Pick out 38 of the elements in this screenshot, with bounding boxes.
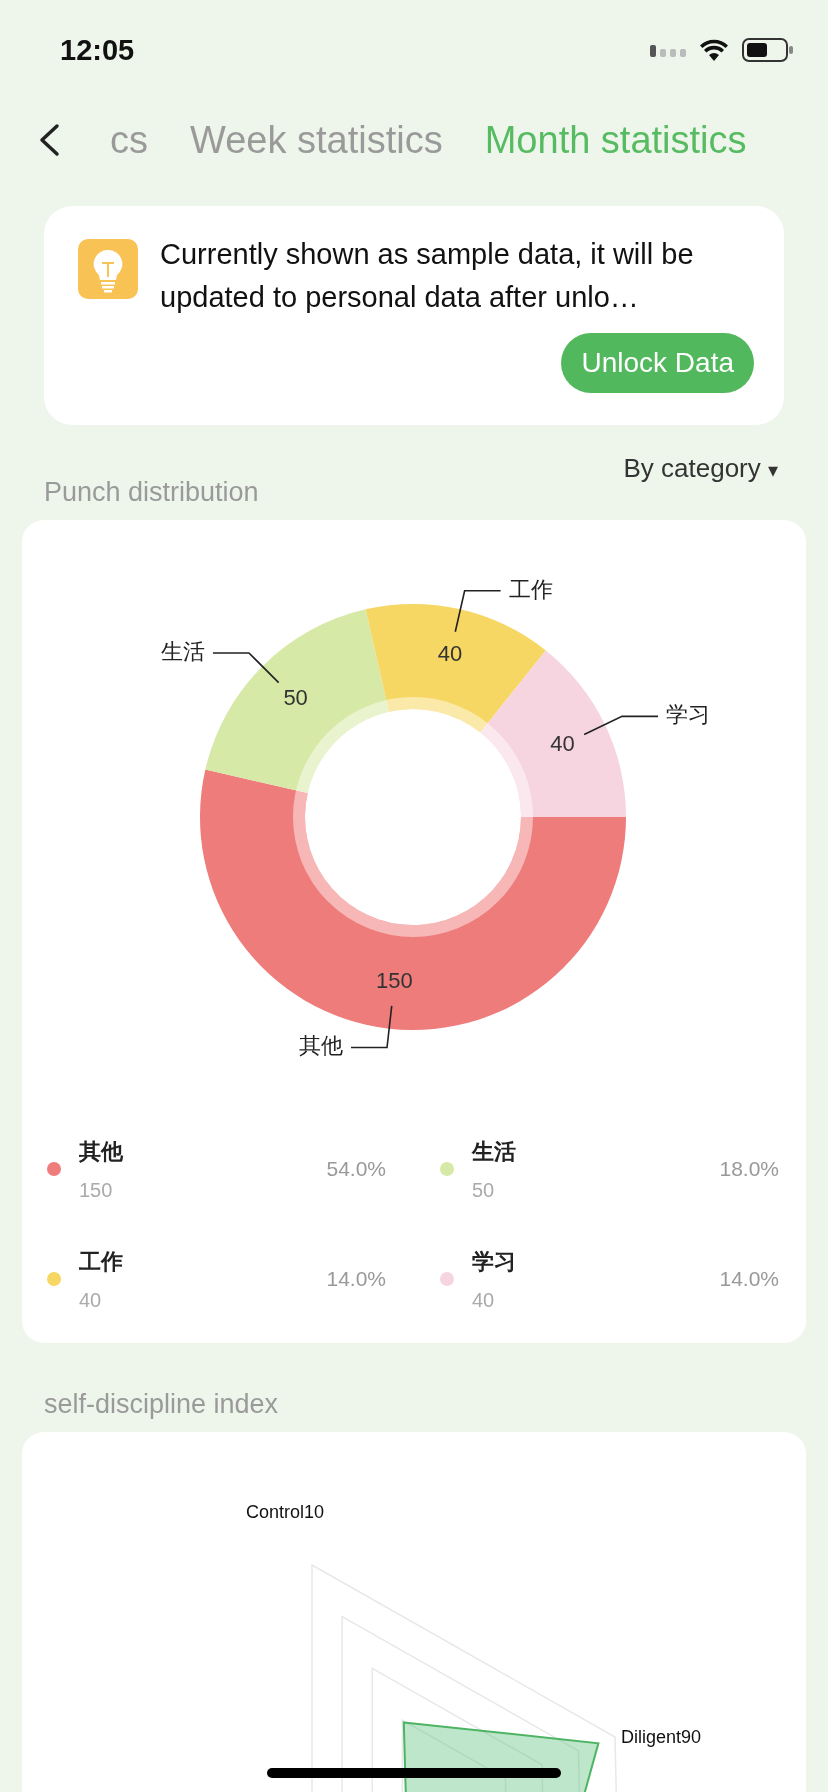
slice-value: 40 bbox=[550, 730, 575, 756]
legend-percent: 54.0% bbox=[326, 1157, 386, 1181]
legend-name: 学习 bbox=[472, 1247, 517, 1276]
battery-icon bbox=[742, 38, 794, 62]
section-title: Punch distribution bbox=[44, 477, 259, 508]
legend-percent: 18.0% bbox=[719, 1157, 779, 1181]
slice-label: 其他 bbox=[299, 1033, 343, 1059]
tab[interactable]: Week statistics bbox=[190, 118, 443, 162]
legend-name: 生活 bbox=[472, 1137, 517, 1166]
unlock-data-button[interactable]: Unlock Data bbox=[561, 333, 754, 393]
slice-value: 40 bbox=[437, 640, 463, 666]
section-title: self-discipline index bbox=[44, 1389, 279, 1420]
slice-label: 学习 bbox=[666, 702, 710, 728]
legend-count: 40 bbox=[472, 1288, 496, 1312]
legend-count: 40 bbox=[79, 1288, 103, 1312]
slice-value: 150 bbox=[376, 967, 413, 993]
legend-percent: 14.0% bbox=[719, 1267, 779, 1291]
tab[interactable]: cs bbox=[110, 118, 148, 162]
notice-text: Currently shown as sample data, it will be updated to personal data after unlo… bbox=[160, 237, 695, 315]
legend-percent: 14.0% bbox=[326, 1267, 386, 1291]
legend-count: 150 bbox=[79, 1178, 114, 1202]
slice-label: 生活 bbox=[160, 638, 205, 664]
legend-name: 其他 bbox=[79, 1137, 124, 1166]
legend-name: 工作 bbox=[79, 1247, 124, 1276]
leader-line bbox=[350, 1005, 393, 1049]
slice-value: 50 bbox=[283, 685, 308, 711]
legend-count: 50 bbox=[472, 1178, 496, 1202]
leader-line bbox=[212, 652, 280, 684]
category-dropdown[interactable]: By category ▾ bbox=[623, 453, 778, 484]
tab[interactable]: Month statistics bbox=[484, 118, 747, 162]
leader-line bbox=[454, 590, 502, 633]
radar-axis-label: Control10 bbox=[246, 1501, 324, 1522]
signal-icon bbox=[650, 43, 686, 57]
radar-axis-label: Diligent90 bbox=[621, 1726, 702, 1747]
slice-label: 工作 bbox=[508, 576, 553, 602]
lightbulb-icon bbox=[78, 239, 138, 299]
wifi-icon bbox=[700, 39, 728, 61]
status-time: 12:05 bbox=[60, 33, 135, 67]
